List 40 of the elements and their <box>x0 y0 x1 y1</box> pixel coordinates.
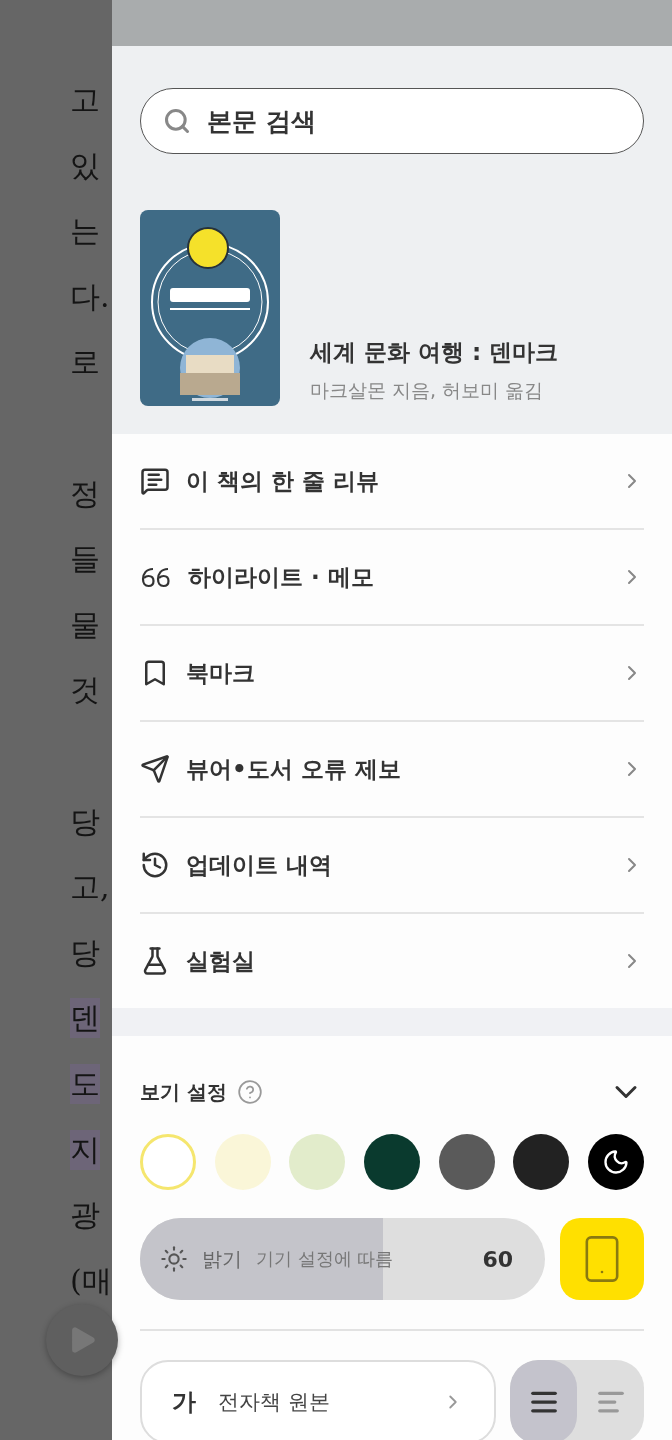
brightness-slider[interactable]: 밝기 기기 설정에 따름 60 <box>140 1218 545 1300</box>
brightness-value: 60 <box>482 1246 513 1272</box>
menu-item[interactable]: 이 책의 한 줄 리뷰 <box>140 434 644 530</box>
book-text-line: 다. <box>70 277 110 316</box>
menu-item[interactable]: 하이라이트 · 메모 <box>140 530 644 626</box>
menu-item[interactable]: 북마크 <box>140 626 644 722</box>
brightness-label: 밝기 <box>202 1245 242 1273</box>
book-text-line: 정 <box>70 474 100 513</box>
book-text-line: 당 <box>70 933 100 972</box>
book-text-line: 있 <box>70 146 100 185</box>
menu-item[interactable]: 실험실 <box>140 914 644 1008</box>
menu-item[interactable]: 뷰어•도서 오류 제보 <box>140 722 644 818</box>
book-text-line: (매 <box>70 1261 112 1300</box>
paper-plane-icon <box>140 754 170 784</box>
moon-icon <box>601 1148 630 1176</box>
book-text-line: 것 <box>70 671 100 710</box>
justify-button[interactable] <box>510 1360 577 1440</box>
auto-brightness-button[interactable] <box>560 1218 644 1300</box>
book-text-line: 광 <box>70 1196 100 1235</box>
font-button[interactable]: 가 전자책 원본 <box>140 1360 496 1440</box>
speech-bubble-icon <box>140 466 170 496</box>
help-icon[interactable] <box>236 1079 263 1105</box>
search-input[interactable]: 본문 검색 <box>205 105 621 137</box>
sun-icon <box>160 1245 188 1273</box>
brightness-hint: 기기 설정에 따름 <box>256 1247 395 1271</box>
book-authors: 마크살몬 지음, 허보미 옮김 <box>310 378 545 403</box>
book-text-line: 당 <box>70 802 100 841</box>
book-text-line: 물 <box>70 605 100 644</box>
book-text-line: 로 <box>70 343 100 382</box>
section-title: 보기 설정 <box>140 1078 227 1106</box>
search-icon <box>163 107 191 135</box>
menu-item[interactable]: 업데이트 내역 <box>140 818 644 914</box>
book-text-line: 고, <box>70 868 110 907</box>
book-title: 세계 문화 여행 : 덴마크 <box>310 338 559 367</box>
book-text-line: 고 <box>70 81 100 119</box>
book-text-line: 들 <box>70 540 100 579</box>
search-field[interactable]: 본문 검색 <box>140 88 644 154</box>
history-icon <box>140 850 170 880</box>
theme-swatch[interactable] <box>140 1134 196 1190</box>
book-text-line: 는 <box>70 212 100 251</box>
